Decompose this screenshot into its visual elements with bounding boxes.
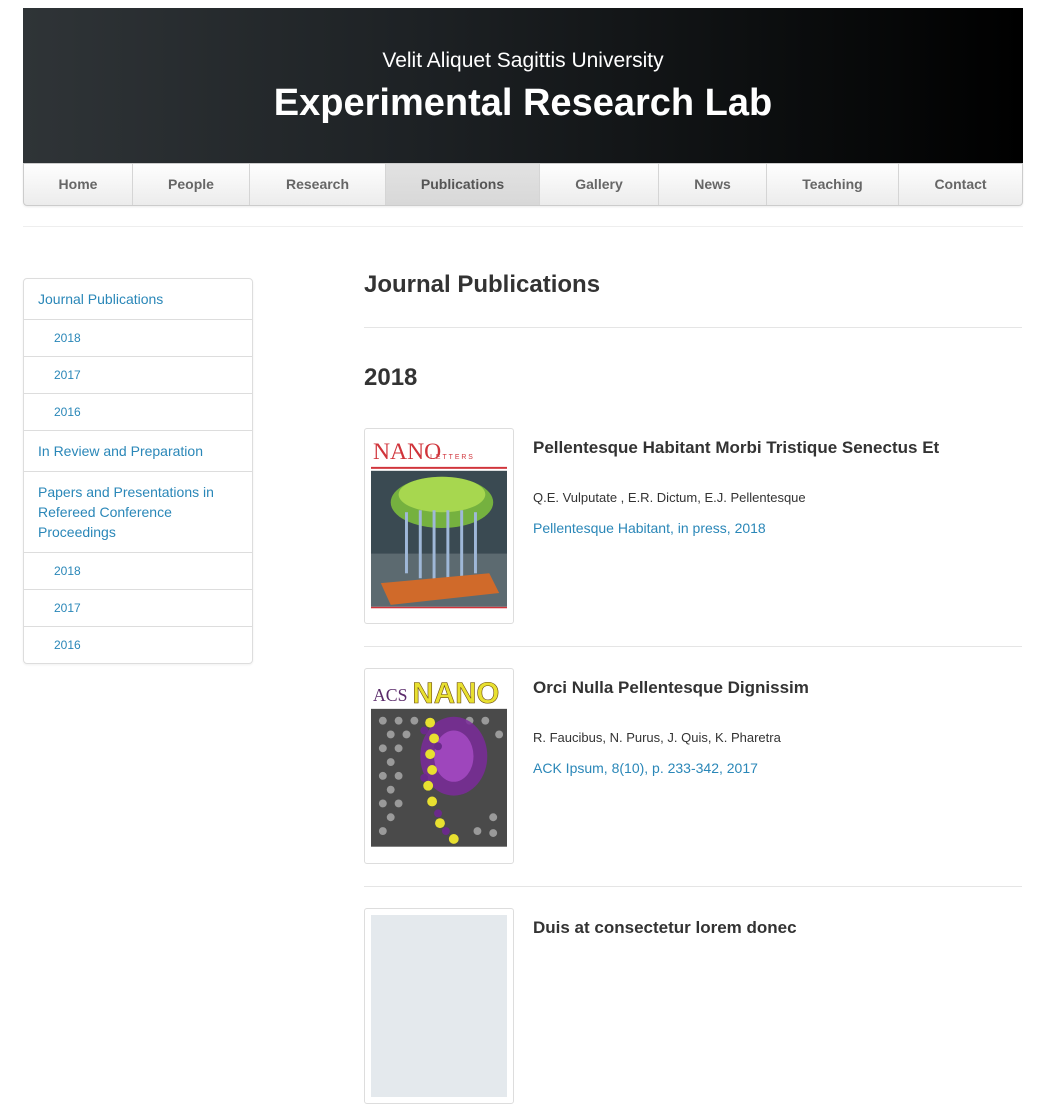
svg-text:LETTERS: LETTERS [430, 454, 475, 461]
publication-title: Pellentesque Habitant Morbi Tristique Se… [533, 438, 940, 457]
publication-authors: Q.E. Vulputate , E.R. Dictum, E.J. Pelle… [533, 490, 806, 505]
nano-letters-cover: NANO LETTERS [371, 435, 507, 617]
svg-text:ACS: ACS [373, 685, 407, 705]
nav-research[interactable]: Research [250, 164, 386, 205]
nav-people[interactable]: People [133, 164, 250, 205]
site-header: Velit Aliquet Sagittis University Experi… [23, 8, 1023, 163]
sidebar-item-2016[interactable]: 2016 [24, 394, 252, 431]
sidebar-item-conference-proceedings[interactable]: Papers and Presentations in Refereed Con… [24, 472, 252, 553]
nav-publications[interactable]: Publications [386, 164, 540, 205]
publication-venue-link[interactable]: Pellentesque Habitant, in press, 2018 [533, 520, 766, 536]
sidebar-nav: Journal Publications 2018 2017 2016 In R… [23, 278, 253, 664]
publication-title: Orci Nulla Pellentesque Dignissim [533, 678, 809, 697]
publication-venue-link[interactable]: ACK Ipsum, 8(10), p. 233-342, 2017 [533, 760, 758, 776]
publication-authors: R. Faucibus, N. Purus, J. Quis, K. Phare… [533, 730, 781, 745]
journal-cover-image[interactable]: ACS NANO [364, 668, 514, 864]
sidebar-item-2018[interactable]: 2018 [24, 320, 252, 357]
sidebar-item-in-review[interactable]: In Review and Preparation [24, 431, 252, 472]
divider [23, 226, 1023, 227]
lab-title: Experimental Research Lab [273, 82, 773, 124]
university-name: Velit Aliquet Sagittis University [382, 49, 664, 72]
divider [364, 886, 1022, 887]
sidebar-item-conf-2018[interactable]: 2018 [24, 553, 252, 590]
publication-title: Duis at consectetur lorem donec [533, 918, 797, 937]
nav-gallery[interactable]: Gallery [540, 164, 659, 205]
main-nav: Home People Research Publications Galler… [23, 163, 1023, 206]
svg-text:NANO: NANO [412, 677, 499, 710]
year-heading: 2018 [364, 364, 418, 391]
svg-text:NANO: NANO [373, 439, 441, 465]
acs-nano-cover: ACS NANO [371, 675, 507, 857]
nav-news[interactable]: News [659, 164, 767, 205]
nav-home[interactable]: Home [24, 164, 133, 205]
sidebar-item-2017[interactable]: 2017 [24, 357, 252, 394]
sidebar-item-journal-publications[interactable]: Journal Publications [24, 279, 252, 320]
sidebar-item-conf-2016[interactable]: 2016 [24, 627, 252, 663]
divider [364, 327, 1022, 328]
nav-contact[interactable]: Contact [899, 164, 1022, 205]
sidebar-item-conf-2017[interactable]: 2017 [24, 590, 252, 627]
divider [364, 646, 1022, 647]
journal-cover-image[interactable] [364, 908, 514, 1104]
page-title: Journal Publications [364, 271, 601, 298]
journal-cover-image[interactable]: NANO LETTERS [364, 428, 514, 624]
nav-teaching[interactable]: Teaching [767, 164, 899, 205]
cover-placeholder [371, 915, 507, 1097]
